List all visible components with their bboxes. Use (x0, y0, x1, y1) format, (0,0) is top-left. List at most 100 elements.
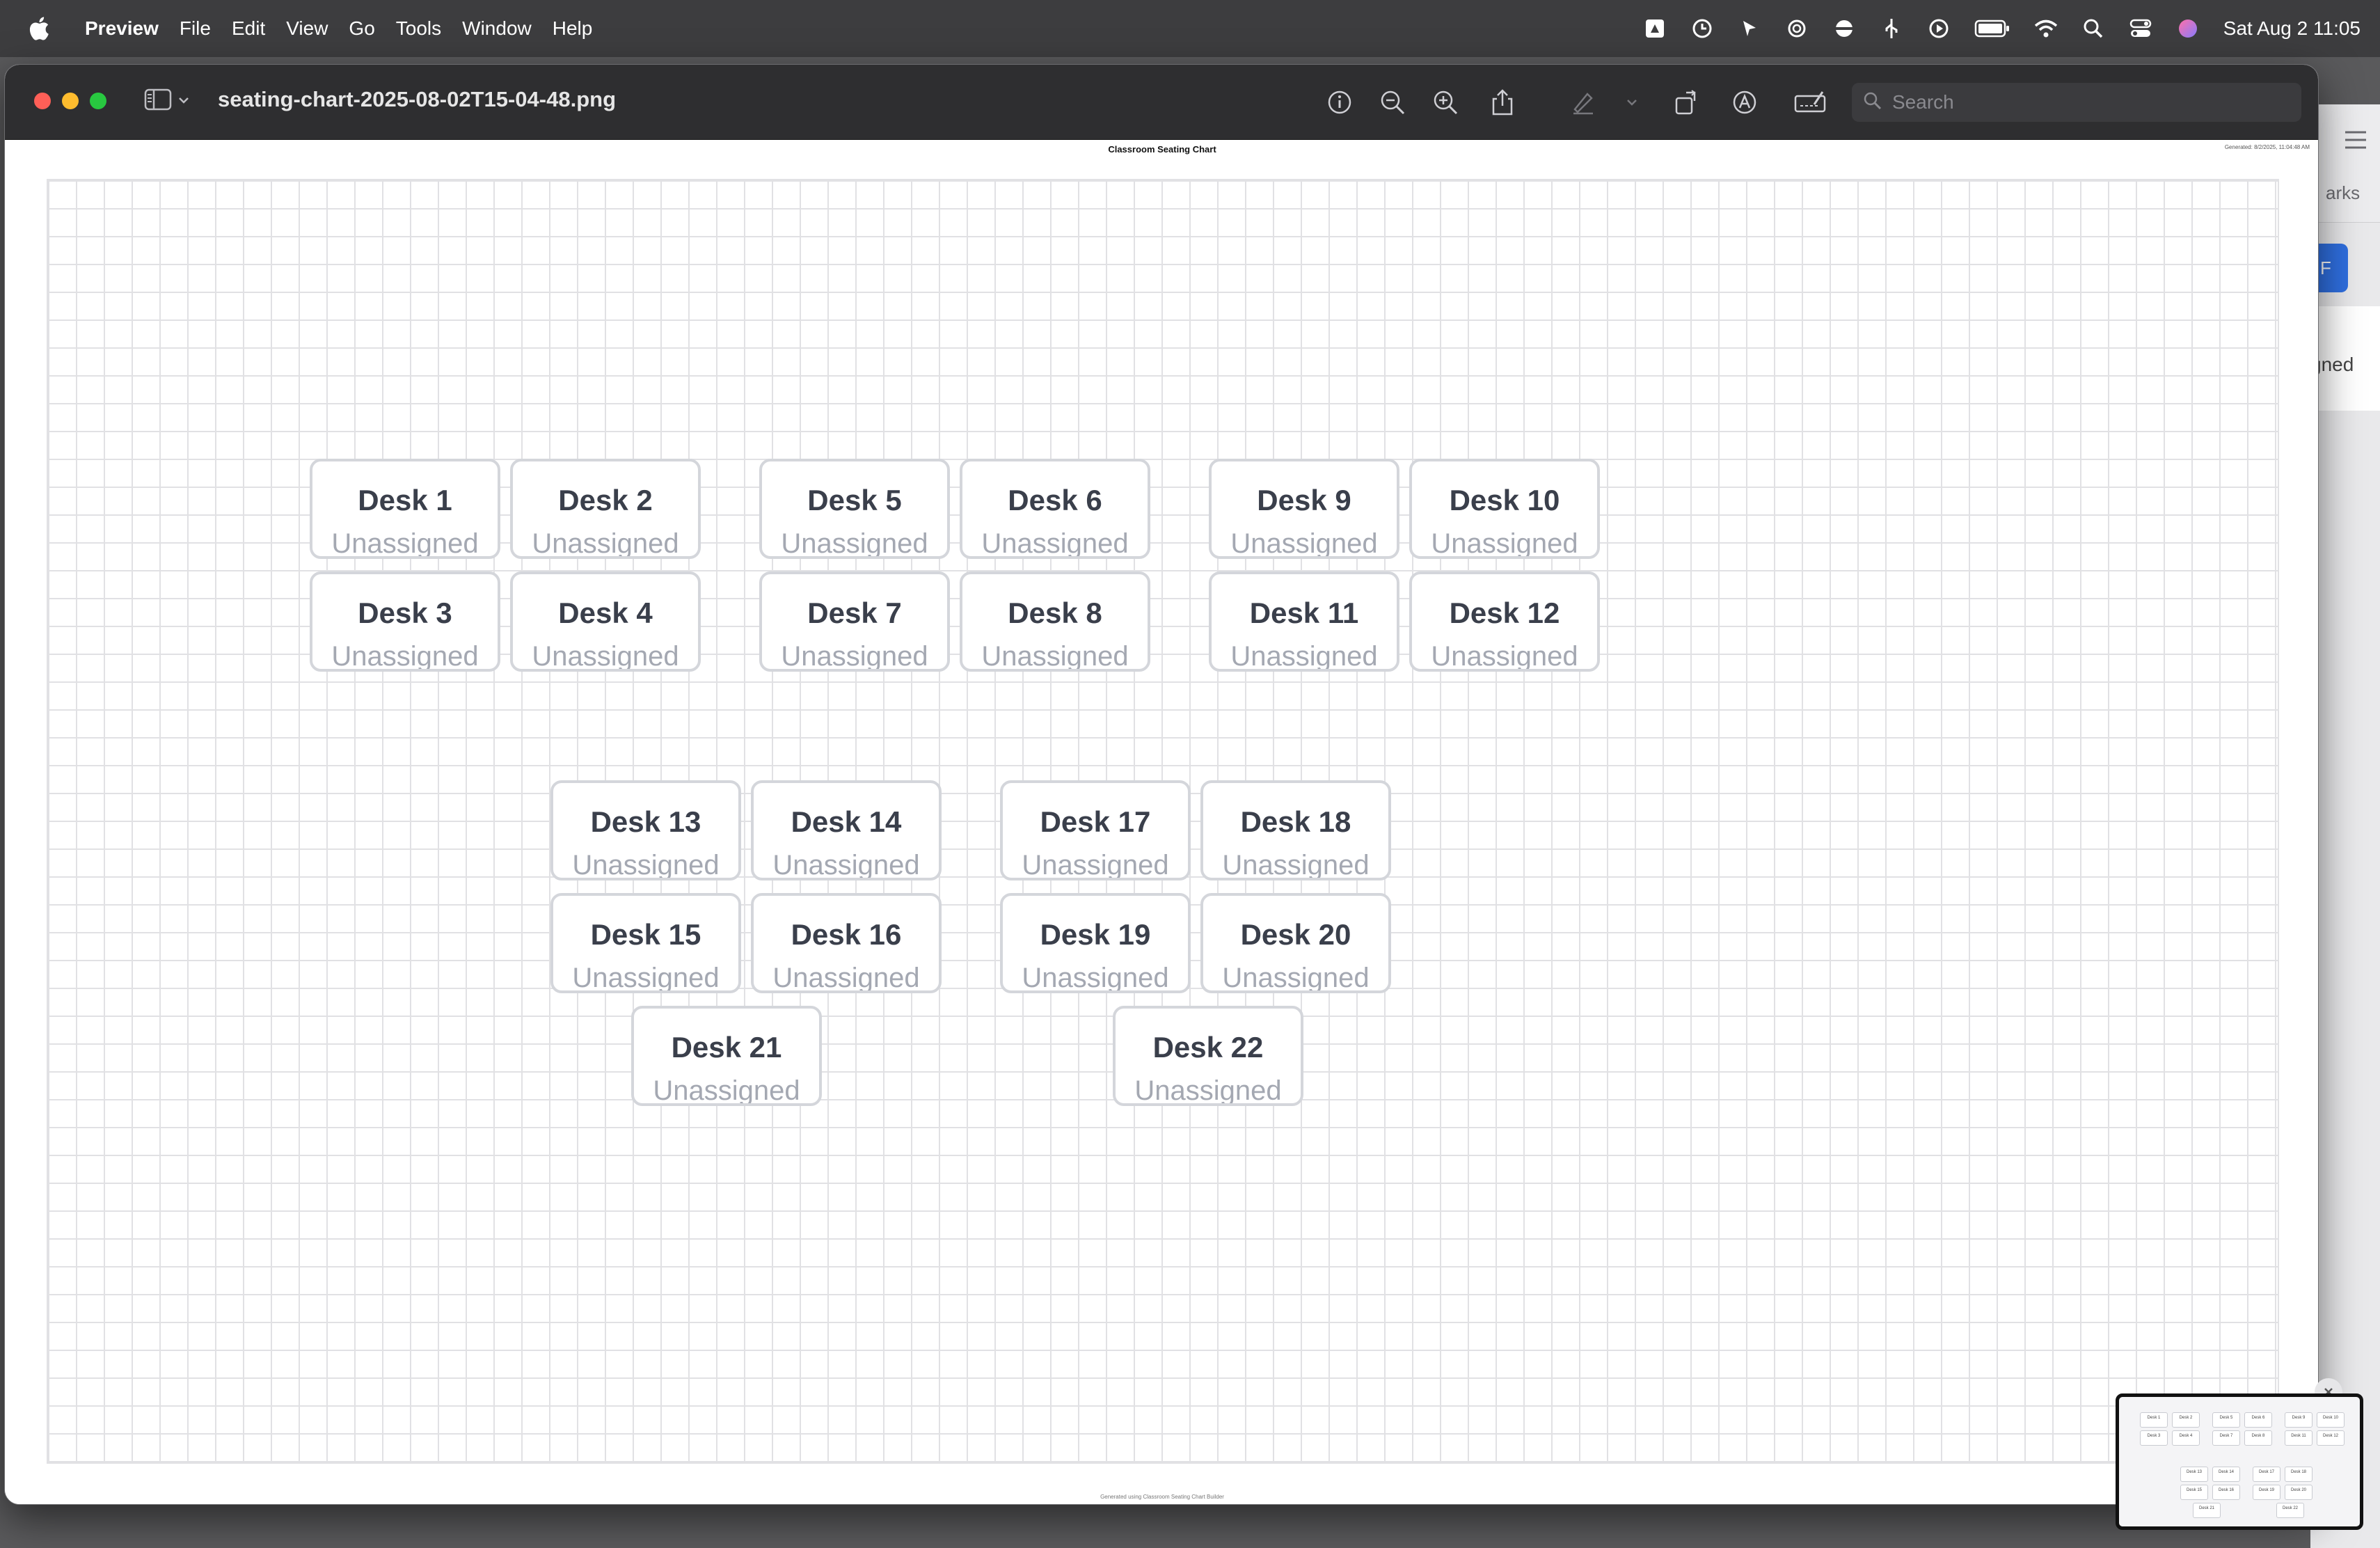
mini-desk: Desk 16 (2212, 1485, 2240, 1500)
markup-icon (1733, 90, 1756, 114)
screenshot-thumbnail[interactable]: Desk 1 Desk 2 Desk 5 Desk 6 Desk 9 Desk … (2116, 1393, 2363, 1530)
mini-desk: Desk 1 (2140, 1412, 2168, 1428)
close-window-button[interactable] (34, 93, 51, 109)
drive-icon[interactable] (1643, 17, 1667, 40)
desk-12: Desk 12 Unassigned (1409, 571, 1600, 672)
desk-6: Desk 6 Unassigned (960, 459, 1150, 559)
control-center-icon[interactable] (2129, 17, 2152, 40)
mini-desk: Desk 5 (2212, 1412, 2240, 1428)
desk-name: Desk 18 (1240, 805, 1351, 838)
menu-go[interactable]: Go (349, 17, 374, 40)
menu-app-name[interactable]: Preview (85, 17, 159, 40)
desk-22: Desk 22 Unassigned (1113, 1006, 1303, 1106)
battery-icon[interactable] (1974, 17, 2010, 40)
menu-file[interactable]: File (180, 17, 211, 40)
desk-student: Unassigned (653, 1075, 800, 1106)
play-icon[interactable] (1927, 17, 1951, 40)
desk-student: Unassigned (781, 641, 928, 672)
info-button[interactable] (1323, 86, 1356, 119)
mini-desk: Desk 3 (2140, 1430, 2168, 1446)
minimize-window-button[interactable] (62, 93, 79, 109)
menu-help[interactable]: Help (553, 17, 593, 40)
rotate-button[interactable] (1669, 86, 1703, 119)
desk-student: Unassigned (572, 850, 720, 880)
menu-window[interactable]: Window (462, 17, 532, 40)
highlight-button[interactable] (1566, 86, 1600, 119)
desk-name: Desk 2 (558, 484, 653, 516)
document-title: seating-chart-2025-08-02T15-04-48.png (218, 87, 617, 111)
menu-view[interactable]: View (286, 17, 328, 40)
desk-name: Desk 7 (807, 597, 902, 629)
mini-desk: Desk 14 (2212, 1467, 2240, 1482)
chatgpt-icon[interactable] (1785, 17, 1809, 40)
wifi-icon[interactable] (2034, 17, 2058, 40)
sidebar-icon (144, 88, 172, 114)
search-icon (1863, 91, 1882, 114)
desk-student: Unassigned (981, 528, 1129, 559)
desk-name: Desk 16 (791, 918, 902, 951)
desk-student: Unassigned (1230, 641, 1378, 672)
highlight-options-button[interactable] (1615, 86, 1649, 119)
menubar-clock[interactable]: Sat Aug 2 11:05 (2223, 17, 2361, 40)
spotlight-search-icon[interactable] (2081, 17, 2105, 40)
mini-desk: Desk 13 (2180, 1467, 2208, 1482)
desk-name: Desk 17 (1040, 805, 1151, 838)
desk-student: Unassigned (981, 641, 1129, 672)
cursor-tool-icon[interactable] (1738, 17, 1761, 40)
desk-18: Desk 18 Unassigned (1200, 780, 1391, 880)
desk-21: Desk 21 Unassigned (631, 1006, 822, 1106)
sidebar-toggle-button[interactable] (144, 88, 190, 114)
desk-10: Desk 10 Unassigned (1409, 459, 1600, 559)
info-icon (1328, 90, 1351, 114)
highlighter-icon (1573, 93, 1593, 115)
mini-desk: Desk 10 (2317, 1412, 2345, 1428)
zoom-in-button[interactable] (1429, 86, 1462, 119)
search-input[interactable] (1892, 91, 2282, 113)
desk-14: Desk 14 Unassigned (751, 780, 942, 880)
desk-9: Desk 9 Unassigned (1209, 459, 1399, 559)
desk-name: Desk 22 (1152, 1031, 1264, 1064)
mini-desk: Desk 22 (2276, 1503, 2304, 1518)
menu-edit[interactable]: Edit (232, 17, 265, 40)
desk-3: Desk 3 Unassigned (310, 571, 500, 672)
desk-name: Desk 5 (807, 484, 902, 516)
apple-menu-icon[interactable] (19, 17, 58, 40)
window-titlebar: seating-chart-2025-08-02T15-04-48.png (5, 65, 2318, 140)
seating-chart-title: Classroom Seating Chart (1108, 144, 1216, 155)
mini-desk: Desk 21 (2193, 1503, 2221, 1518)
desk-17: Desk 17 Unassigned (1000, 780, 1191, 880)
desk-student: Unassigned (532, 528, 679, 559)
desk-student: Unassigned (1431, 641, 1578, 672)
desk-student: Unassigned (772, 963, 920, 993)
siri-icon[interactable] (2176, 17, 2200, 40)
status-area: Sat Aug 2 11:05 (1643, 0, 2361, 57)
desk-student: Unassigned (1222, 963, 1370, 993)
search-field[interactable] (1852, 83, 2301, 122)
desk-student: Unassigned (1222, 850, 1370, 880)
seating-grid: Desk 1 Unassigned Desk 2 Unassigned Desk… (47, 179, 2279, 1464)
markup-button[interactable] (1728, 86, 1761, 119)
mini-desk: Desk 19 (2253, 1485, 2280, 1500)
desk-student: Unassigned (572, 963, 720, 993)
menu-tools[interactable]: Tools (396, 17, 441, 40)
desk-student: Unassigned (1230, 528, 1378, 559)
desk-name: Desk 20 (1240, 918, 1351, 951)
desk-8: Desk 8 Unassigned (960, 571, 1150, 672)
share-button[interactable] (1486, 86, 1519, 119)
desk-5: Desk 5 Unassigned (759, 459, 950, 559)
screen-time-icon[interactable] (1690, 17, 1714, 40)
mini-desk: Desk 7 (2212, 1430, 2240, 1446)
mini-desk: Desk 2 (2172, 1412, 2200, 1428)
zoom-out-button[interactable] (1376, 86, 1409, 119)
background-bookmarks-label: arks (2326, 182, 2361, 203)
zoom-window-button[interactable] (90, 93, 106, 109)
half-circle-icon[interactable] (1832, 17, 1856, 40)
usb-icon[interactable] (1880, 17, 1903, 40)
desk-student: Unassigned (1431, 528, 1578, 559)
mini-desk: Desk 8 (2244, 1430, 2272, 1446)
background-app-toolbar (2310, 104, 2380, 223)
desk-name: Desk 14 (791, 805, 902, 838)
desk-student: Unassigned (772, 850, 920, 880)
form-filling-button[interactable] (1793, 86, 1827, 119)
desk-name: Desk 13 (590, 805, 701, 838)
